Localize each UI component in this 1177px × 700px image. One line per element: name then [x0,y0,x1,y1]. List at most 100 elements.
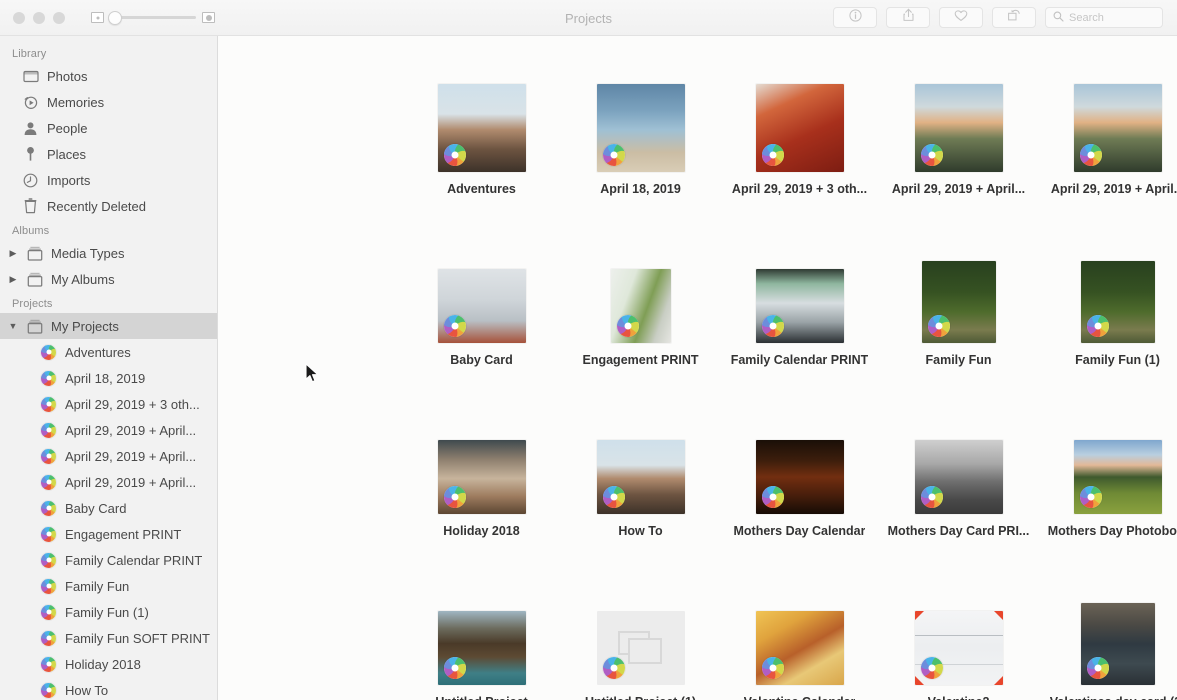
project-item[interactable]: April 29, 2019 + April... [1038,82,1177,196]
project-thumbnail[interactable] [596,611,685,685]
search-field[interactable]: Search [1045,7,1163,28]
project-thumbnail[interactable] [437,440,526,514]
project-thumbnail[interactable] [914,84,1003,172]
sidebar-item-how-to[interactable]: How To [0,677,217,700]
sidebar-item-media-types[interactable]: ▶ Media Types [0,240,217,266]
project-item[interactable]: How To [561,424,720,538]
project-item[interactable]: April 18, 2019 [561,82,720,196]
project-item[interactable]: Untitled Project (1) [561,595,720,700]
project-thumbnail[interactable] [755,269,844,343]
project-badge-icon [40,552,57,569]
sidebar-item-baby-card[interactable]: Baby Card [0,495,217,521]
project-title: Mothers Day Photobo... [1047,524,1177,538]
share-button[interactable] [886,7,930,28]
info-button[interactable] [833,7,877,28]
project-title: Valentines day card (2) [1050,695,1177,700]
project-title: Baby Card [450,353,513,367]
sidebar-item-family-fun[interactable]: Family Fun [0,573,217,599]
project-item[interactable]: Adventures [402,82,561,196]
sidebar-item-adventures[interactable]: Adventures [0,339,217,365]
project-thumbnail[interactable] [1080,261,1155,343]
sidebar-item-my-projects[interactable]: ▼ My Projects [0,313,217,339]
sidebar-item-april-29-2019-april[interactable]: April 29, 2019 + April... [0,417,217,443]
project-item[interactable]: Valentine Calendar [720,595,879,700]
sidebar-item-holiday-2018[interactable]: Holiday 2018 [0,651,217,677]
sidebar-item-my-albums[interactable]: ▶ My Albums [0,266,217,292]
sidebar-item-photos[interactable]: Photos [0,63,217,89]
rotate-button[interactable] [992,7,1036,28]
sidebar-item-family-fun-soft-print[interactable]: Family Fun SOFT PRINT [0,625,217,651]
project-item[interactable]: Holiday 2018 [402,424,561,538]
project-title: April 29, 2019 + April... [1050,182,1177,196]
project-thumbnail[interactable] [437,84,526,172]
project-thumbnail[interactable] [1073,440,1162,514]
sidebar-item-april-29-2019-april[interactable]: April 29, 2019 + April... [0,443,217,469]
project-title: Holiday 2018 [443,524,520,538]
project-thumbnail[interactable] [437,269,526,343]
sidebar-item-april-18-2019[interactable]: April 18, 2019 [0,365,217,391]
project-item[interactable]: Baby Card [402,253,561,367]
project-thumbnail[interactable] [610,269,671,343]
sidebar-section-header-albums: Albums [12,225,50,237]
sidebar-item-family-calendar-print[interactable]: Family Calendar PRINT [0,547,217,573]
project-thumbnail[interactable] [755,84,844,172]
sidebar-item-april-29-2019-april[interactable]: April 29, 2019 + April... [0,469,217,495]
sidebar-item-recently-deleted[interactable]: Recently Deleted [0,193,217,219]
project-thumbnail[interactable] [596,84,685,172]
zoom-button[interactable] [53,11,65,24]
project-thumbnail[interactable] [914,611,1003,685]
project-thumbnail[interactable] [1080,603,1155,685]
sidebar-item-label: Places [47,146,87,162]
project-title: Untitled Project (1) [585,695,696,700]
close-button[interactable] [13,11,25,24]
project-thumbnail[interactable] [1073,84,1162,172]
imports-clock-icon [22,172,39,189]
project-item[interactable]: Engagement PRINT [561,253,720,367]
album-stack-icon [26,318,43,335]
project-thumbnail[interactable] [437,611,526,685]
project-item[interactable]: Family Calendar PRINT [720,253,879,367]
sidebar-item-people[interactable]: People [0,115,217,141]
slider-knob[interactable] [108,10,122,25]
sidebar-item-label: April 29, 2019 + April... [65,448,197,464]
project-item[interactable]: April 29, 2019 + April... [879,82,1038,196]
photos-project-badge-icon [1086,657,1109,679]
chevron-down-icon[interactable]: ▼ [8,321,18,331]
sidebar[interactable]: Library Photos Memories People Places Imports… [0,36,218,700]
project-item[interactable]: April 29, 2019 + 3 oth... [720,82,879,196]
project-item[interactable]: Untitled Project [402,595,561,700]
project-item[interactable]: Mothers Day Photobo... [1038,424,1177,538]
project-item[interactable]: Mothers Day Calendar [720,424,879,538]
sidebar-item-family-fun-1[interactable]: Family Fun (1) [0,599,217,625]
favorite-button[interactable] [939,7,983,28]
sidebar-item-april-29-2019-3-oth[interactable]: April 29, 2019 + 3 oth... [0,391,217,417]
project-thumbnail[interactable] [596,440,685,514]
sidebar-item-places[interactable]: Places [0,141,217,167]
photos-project-badge-icon [761,144,784,166]
project-thumbnail[interactable] [921,261,996,343]
project-thumbnail[interactable] [755,440,844,514]
album-stack-icon [26,245,43,262]
project-item[interactable]: Family Fun [879,253,1038,367]
chevron-right-icon[interactable]: ▶ [8,274,18,285]
project-thumbnail-wrapper [914,82,1003,172]
sidebar-item-imports[interactable]: Imports [0,167,217,193]
thumbnail-size-slider[interactable] [91,10,215,25]
sidebar-item-engagement-print[interactable]: Engagement PRINT [0,521,217,547]
photos-project-badge-icon [761,657,784,679]
project-thumbnail-wrapper [596,595,685,685]
project-title: How To [618,524,663,538]
project-item[interactable]: Mothers Day Card PRI... [879,424,1038,538]
project-badge-icon [40,682,57,699]
sidebar-item-label: Baby Card [65,500,127,516]
photos-project-badge-icon [443,657,466,679]
chevron-right-icon[interactable]: ▶ [8,248,18,259]
project-thumbnail[interactable] [755,611,844,685]
project-item[interactable]: Family Fun (1) [1038,253,1177,367]
project-thumbnail[interactable] [914,440,1003,514]
minimize-button[interactable] [33,11,45,24]
sidebar-item-memories[interactable]: Memories [0,89,217,115]
project-item[interactable]: Valentine2 [879,595,1038,700]
project-item[interactable]: Valentines day card (2) [1038,595,1177,700]
slider-track[interactable] [108,10,196,25]
